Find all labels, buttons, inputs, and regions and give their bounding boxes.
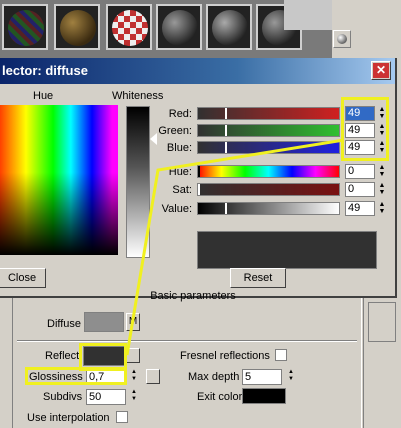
reset-button[interactable]: Reset <box>230 268 286 288</box>
max-depth-field[interactable]: 5 <box>242 369 282 385</box>
rollout-title[interactable]: Basic parameters <box>23 290 363 304</box>
color-preview-swatch <box>197 231 377 269</box>
diffuse-color-swatch[interactable] <box>84 312 124 332</box>
rgb-values-highlight <box>341 97 389 161</box>
sample-type-button[interactable] <box>333 30 351 48</box>
sat-value-field[interactable]: 0 <box>345 182 375 197</box>
sat-label: Sat: <box>172 184 192 196</box>
red-label: Red: <box>168 108 192 120</box>
exit-color-swatch[interactable] <box>242 388 286 404</box>
sat-slider-handle[interactable] <box>198 184 200 195</box>
blue-slider-handle[interactable] <box>225 142 227 153</box>
green-slider[interactable] <box>197 124 340 137</box>
fresnel-label: Fresnel reflections <box>180 350 270 362</box>
sat-slider[interactable] <box>197 183 340 196</box>
material-slot-3[interactable] <box>106 4 152 50</box>
reflect-map-button[interactable] <box>126 348 140 363</box>
value-spinner[interactable]: ▲ ▼ <box>377 201 387 216</box>
value-slider-handle[interactable] <box>225 203 227 214</box>
fresnel-checkbox[interactable] <box>275 349 287 361</box>
whiteness-label: Whiteness <box>112 90 164 102</box>
glossiness-map-button[interactable] <box>146 369 160 384</box>
separator <box>17 340 357 342</box>
close-button[interactable]: Close <box>0 268 46 288</box>
blue-label: Blue: <box>166 142 192 154</box>
material-slot-5[interactable] <box>206 4 252 50</box>
reflect-label: Reflect <box>45 350 80 362</box>
hue-slider-handle[interactable] <box>198 166 200 177</box>
blue-slider[interactable] <box>197 141 340 154</box>
slot-area-blank <box>284 0 332 30</box>
hue-row-label: Hue: <box>168 166 192 178</box>
red-slider-handle[interactable] <box>225 108 227 119</box>
dialog-titlebar[interactable]: lector: diffuse ✕ <box>0 58 395 84</box>
sphere-icon <box>337 34 347 44</box>
material-parameters-panel: Basic parameters Diffuse M Reflect Fresn… <box>0 290 401 428</box>
glossiness-highlight <box>25 367 127 385</box>
hue-slider[interactable] <box>197 165 340 178</box>
hue-value-field[interactable]: 0 <box>345 164 375 179</box>
max-depth-label: Max depth <box>188 371 240 383</box>
exit-color-label: Exit color <box>197 391 243 403</box>
value-slider[interactable] <box>197 202 340 215</box>
max-depth-spinner[interactable]: ▲ ▼ <box>286 369 296 384</box>
diffuse-map-button[interactable]: M <box>126 313 140 331</box>
slot-side-panel <box>332 0 401 58</box>
value-value-field[interactable]: 49 <box>345 201 375 216</box>
color-selector-dialog: lector: diffuse ✕ Hue Whiteness Red: 49 … <box>0 58 397 298</box>
sat-spinner[interactable]: ▲ ▼ <box>377 182 387 197</box>
green-slider-handle[interactable] <box>225 125 227 136</box>
material-slot-2[interactable] <box>54 4 100 50</box>
dialog-title: lector: diffuse <box>2 63 88 78</box>
use-interpolation-label: Use interpolation <box>27 412 110 424</box>
dialog-close-button[interactable]: ✕ <box>371 61 391 80</box>
panel-scroll-area[interactable] <box>363 298 401 428</box>
material-slot-4[interactable] <box>156 4 202 50</box>
red-slider[interactable] <box>197 107 340 120</box>
scroll-thumb[interactable] <box>368 302 396 342</box>
green-label: Green: <box>158 125 192 137</box>
hue-spectrum[interactable] <box>0 105 118 255</box>
subdivs-field[interactable]: 50 <box>86 389 126 405</box>
basic-parameters-rollout: Basic parameters Diffuse M Reflect Fresn… <box>12 290 362 428</box>
value-label: Value: <box>161 203 192 215</box>
diffuse-label: Diffuse <box>47 318 82 330</box>
subdivs-spinner[interactable]: ▲ ▼ <box>129 389 139 404</box>
hue-label: Hue <box>33 90 54 102</box>
glossiness-spinner[interactable]: ▲ ▼ <box>129 369 139 384</box>
close-icon: ✕ <box>373 63 389 78</box>
subdivs-label: Subdivs <box>43 391 83 403</box>
use-interpolation-checkbox[interactable] <box>116 411 128 423</box>
hue-spinner[interactable]: ▲ ▼ <box>377 164 387 179</box>
material-slot-1[interactable] <box>2 4 48 50</box>
